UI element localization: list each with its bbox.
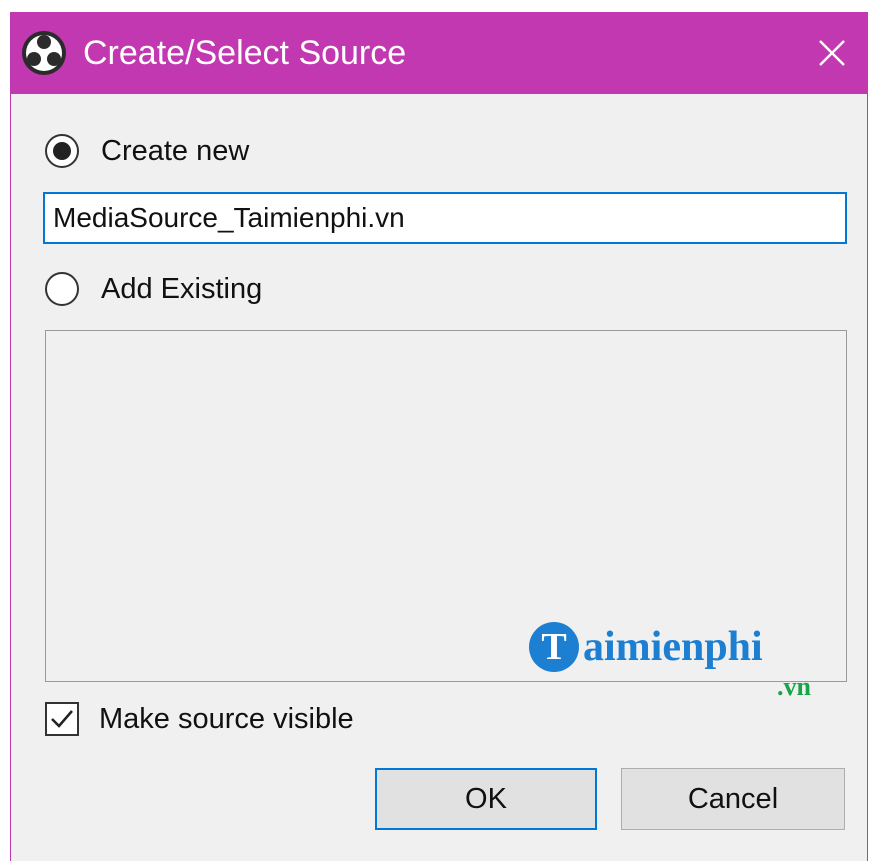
checkmark-icon <box>51 710 73 728</box>
ok-button[interactable]: OK <box>375 768 597 830</box>
make-visible-checkbox[interactable] <box>45 702 79 736</box>
taimienphi-watermark: T aimienphi .vn <box>529 622 829 702</box>
create-select-source-dialog: Create/Select Source Create new Add Exis… <box>10 12 868 861</box>
radio-dot <box>53 142 71 160</box>
make-visible-label: Make source visible <box>99 702 354 735</box>
radio-button-unselected[interactable] <box>45 272 79 306</box>
title-bar[interactable]: Create/Select Source <box>11 12 867 94</box>
close-button[interactable] <box>797 12 867 94</box>
dialog-title: Create/Select Source <box>83 34 407 72</box>
radio-button-selected[interactable] <box>45 134 79 168</box>
watermark-text: aimienphi <box>583 624 763 670</box>
make-visible-checkbox-row[interactable]: Make source visible <box>45 702 354 736</box>
obs-logo-icon <box>22 31 66 75</box>
source-name-input[interactable] <box>43 192 847 244</box>
watermark-suffix: .vn <box>777 672 811 701</box>
create-new-label: Create new <box>101 134 250 167</box>
cancel-button[interactable]: Cancel <box>621 768 845 830</box>
close-icon <box>819 40 845 66</box>
create-new-radio[interactable]: Create new <box>45 134 249 168</box>
add-existing-radio[interactable]: Add Existing <box>45 272 262 306</box>
add-existing-label: Add Existing <box>101 272 263 305</box>
watermark-logo: T <box>529 622 579 672</box>
